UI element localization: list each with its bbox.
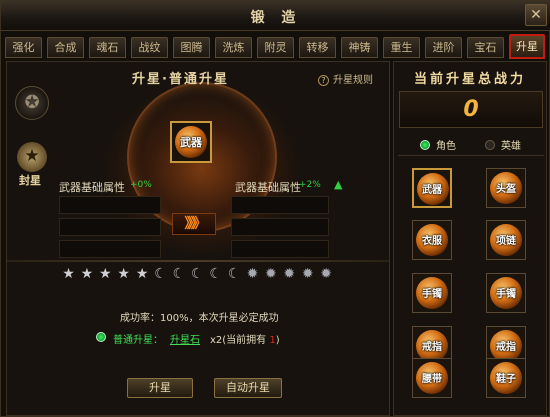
upgrade-button[interactable]: 升星 (127, 378, 193, 398)
tab-10[interactable]: 进阶 (425, 37, 462, 58)
star-level-row: ★ ★ ★ ★ ★ ☾ ☾ ☾ ☾ ☾ ✹ ✹ ✹ ✹ ✹ (61, 267, 361, 285)
star-sun-icon: ✹ (265, 266, 277, 282)
auto-upgrade-button[interactable]: 自动升星 (214, 378, 282, 398)
role-option[interactable]: 角色 (420, 137, 456, 152)
increase-arrow-icon: ▲ (334, 178, 343, 191)
attr-bar (231, 218, 329, 236)
star-moon-icon: ☾ (172, 266, 186, 282)
equip-slot-label: 鞋子 (496, 374, 516, 385)
star-moon-icon: ☾ (209, 266, 222, 282)
attr-bar (231, 240, 329, 258)
star-filled-icon: ★ (80, 266, 94, 282)
equip-slot-label: 腰带 (422, 374, 442, 385)
attr-bar (59, 240, 161, 258)
attr-bar (59, 196, 161, 214)
rules-label: 升星规则 (333, 75, 373, 86)
power-value: 0 (463, 97, 479, 122)
star-sun-icon: ✹ (283, 266, 296, 282)
role-label: 角色 (436, 141, 456, 152)
star-filled-icon: ★ (99, 266, 112, 282)
attr-after-value: +2% (299, 180, 321, 190)
close-button[interactable]: ✕ (525, 4, 547, 26)
tab-1[interactable]: 合成 (47, 37, 84, 58)
equip-slot-4[interactable]: 手镯 (412, 273, 452, 313)
equip-slot-label: 手镯 (422, 289, 442, 300)
seal-star-label[interactable]: 封星 (19, 172, 41, 188)
window-title: 锻 造 (250, 10, 302, 26)
star-filled-icon: ★ (62, 266, 75, 282)
tab-12[interactable]: 升星 (509, 34, 545, 59)
equip-slot-label: 项链 (496, 236, 516, 247)
equip-slot-label: 手镯 (496, 289, 516, 300)
equip-slot-label: 戒指 (496, 342, 516, 353)
attr-bar (59, 218, 161, 236)
equip-slot-3[interactable]: 项链 (486, 220, 526, 260)
equip-slot-label: 武器 (422, 185, 442, 196)
equip-slot-1[interactable]: 头盔 (486, 168, 526, 208)
tab-2[interactable]: 魂石 (89, 37, 126, 58)
tab-0[interactable]: 强化 (5, 37, 42, 58)
tab-9[interactable]: 重生 (383, 37, 420, 58)
normal-upgrade-label: 普通升星： (113, 335, 163, 346)
attr-bar (231, 196, 329, 214)
seal-star-icon[interactable]: ★ (17, 142, 47, 172)
arrows-indicator: 》》》 (172, 213, 216, 235)
hero-option[interactable]: 英雄 (485, 137, 521, 152)
tab-11[interactable]: 宝石 (467, 37, 504, 58)
tab-8[interactable]: 神铸 (341, 37, 378, 58)
tab-5[interactable]: 洗炼 (215, 37, 252, 58)
role-radio[interactable] (420, 140, 430, 150)
power-title: 当前升星总战力 (413, 72, 526, 87)
upgrade-panel: ✪ ★ 封星 升星·普通升星 ? 升星规则 武器 武器基础属性 +0% 武器基础属… (6, 61, 390, 416)
help-icon: ? (318, 75, 329, 86)
tab-7[interactable]: 转移 (299, 37, 336, 58)
star-emblem-icon[interactable]: ✪ (15, 86, 49, 120)
equip-slot-2[interactable]: 衣服 (412, 220, 452, 260)
hero-label: 英雄 (501, 141, 521, 152)
star-moon-icon: ☾ (154, 266, 167, 282)
power-panel: 当前升星总战力 0 角色 英雄 武器 头盔衣服 项链手镯 手镯戒指 戒指腰带 鞋子 (393, 61, 547, 416)
divider (7, 260, 389, 262)
equip-slot-5[interactable]: 手镯 (486, 273, 526, 313)
tab-6[interactable]: 附灵 (257, 37, 294, 58)
hero-radio[interactable] (485, 140, 495, 150)
equip-slot-label: 戒指 (422, 342, 442, 353)
title-bar: 锻 造 ✕ (1, 1, 550, 31)
star-moon-icon: ☾ (191, 266, 204, 282)
material-count: x2(当前拥有 1) (210, 331, 280, 346)
success-rate-text: 成功率：100%，本次升星必定成功 (120, 313, 279, 324)
panel-title: 升星·普通升星 (132, 72, 229, 87)
tab-4[interactable]: 图腾 (173, 37, 210, 58)
normal-upgrade-radio[interactable] (96, 332, 106, 342)
main-slot-label: 武器 (180, 136, 202, 149)
star-moon-icon: ☾ (227, 266, 241, 282)
forge-window: 锻 造 ✕ 强化 合成 魂石 战纹 图腾 洗炼 附灵 转移 神铸 重生 进阶 宝石 升星 ✪ ★ 封星 … (0, 0, 550, 417)
equip-slot-label: 头盔 (496, 184, 516, 195)
star-filled-icon: ★ (117, 266, 130, 282)
attr-before-label: 武器基础属性 (59, 181, 125, 194)
count-prefix: x2(当前拥有 (210, 335, 270, 346)
tab-3[interactable]: 战纹 (131, 37, 168, 58)
star-sun-icon: ✹ (246, 266, 259, 282)
rules-link[interactable]: ? 升星规则 (318, 71, 373, 86)
star-filled-icon: ★ (135, 266, 149, 282)
divider (398, 155, 544, 156)
star-sun-icon: ✹ (301, 266, 314, 282)
equip-slot-label: 衣服 (422, 236, 442, 247)
equip-slot-0[interactable]: 武器 (412, 168, 452, 208)
side-column: ✪ ★ 封星 (7, 62, 53, 262)
count-suffix: ) (275, 335, 280, 346)
main-equip-slot[interactable]: 武器 (170, 121, 212, 163)
tab-bar: 强化 合成 魂石 战纹 图腾 洗炼 附灵 转移 神铸 重生 进阶 宝石 升星 (5, 34, 550, 59)
equip-slot-9[interactable]: 鞋子 (486, 358, 526, 398)
equip-slot-8[interactable]: 腰带 (412, 358, 452, 398)
power-box: 0 (399, 91, 543, 128)
attr-before-value: +0% (130, 180, 152, 190)
star-sun-icon: ✹ (320, 266, 332, 282)
star-stone-link[interactable]: 升星石 (170, 331, 200, 346)
attr-after-label: 武器基础属性 (235, 181, 301, 194)
